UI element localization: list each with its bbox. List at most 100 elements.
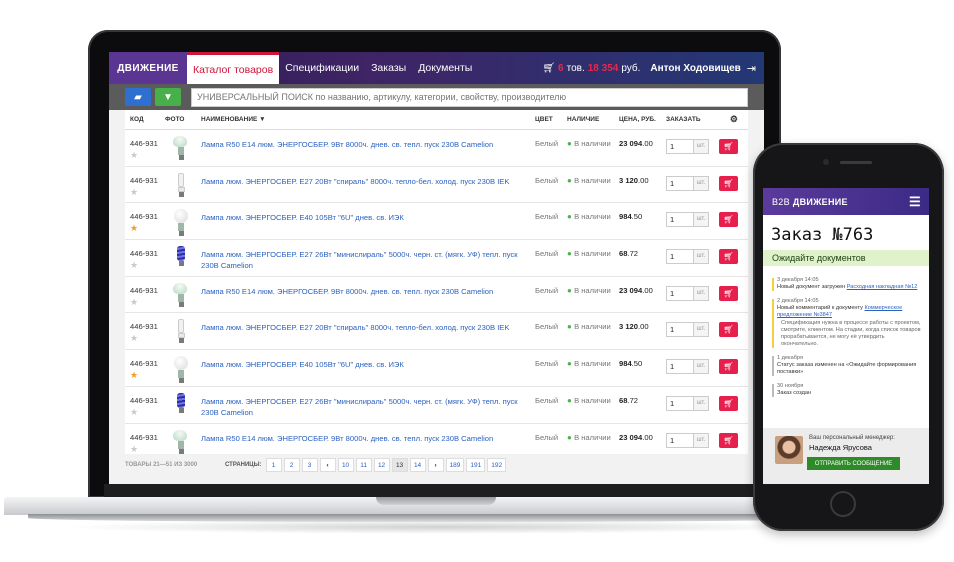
product-photo[interactable] — [165, 136, 201, 161]
page-link[interactable]: 2 — [283, 458, 300, 472]
page-link[interactable]: 11 — [355, 458, 372, 472]
product-photo[interactable] — [165, 356, 201, 384]
quantity-input[interactable]: 1 — [666, 139, 694, 154]
favorite-star-icon[interactable]: ★ — [130, 333, 165, 344]
add-to-cart-button[interactable]: 🛒︎ — [719, 175, 738, 191]
favorite-star-icon[interactable]: ★ — [130, 444, 165, 455]
table-header: КОД ФОТО НАИМЕНОВАНИЕ ▼ ЦВЕТ НАЛИЧИЕ ЦЕН… — [125, 110, 748, 130]
page-link[interactable]: 3 — [301, 458, 318, 472]
product-name-link[interactable]: Лампа люм. ЭНЕРГОСБЕР. E40 105Вт "6U" дн… — [201, 212, 535, 223]
favorite-star-icon[interactable]: ★ — [130, 370, 165, 381]
product-name-link[interactable]: Лампа R50 E14 люм. ЭНЕРГОСБЕР. 9Вт 8000ч… — [201, 286, 535, 297]
feed-document-link[interactable]: Расходная накладная №12 — [847, 284, 918, 290]
bulb-part — [173, 136, 187, 147]
page-link[interactable]: 192 — [487, 458, 507, 472]
filter-icon[interactable]: ▼ — [155, 88, 181, 106]
nav-tab-orders[interactable]: Заказы — [365, 52, 412, 84]
add-to-cart-button[interactable]: 🛒︎ — [719, 359, 738, 375]
add-to-cart-button[interactable]: 🛒︎ — [719, 432, 738, 448]
add-to-cart-cell: 🛒︎ — [718, 139, 738, 154]
product-photo[interactable] — [165, 392, 201, 418]
product-photo[interactable] — [165, 172, 201, 199]
col-color[interactable]: ЦВЕТ — [535, 116, 567, 123]
quantity-input[interactable]: 1 — [666, 395, 694, 411]
page-link[interactable]: 13 — [391, 458, 408, 472]
col-code[interactable]: КОД — [125, 116, 165, 123]
add-to-cart-button[interactable]: 🛒︎ — [719, 249, 738, 265]
settings-gear-icon[interactable]: ⚙ — [718, 114, 738, 125]
send-message-button[interactable]: ОТПРАВИТЬ СООБЩЕНИЕ — [807, 457, 900, 470]
product-photo[interactable] — [165, 429, 201, 455]
product-name-link[interactable]: Лампа люм. ЭНЕРГОСБЕР. E27 20Вт "спираль… — [201, 322, 535, 333]
table-row: 446-931 ★ Лампа люм. ЭНЕРГОСБЕР. E27 20Вт … — [125, 167, 748, 204]
unit-label: шт. — [694, 249, 709, 265]
user-name[interactable]: Антон Ходовищев — [650, 63, 740, 74]
product-photo[interactable] — [165, 282, 201, 308]
favorite-star-icon[interactable]: ★ — [130, 297, 165, 308]
product-name-link[interactable]: Лампа люм. ЭНЕРГОСБЕР. E40 105Вт "6U" дн… — [201, 359, 535, 370]
product-name-link[interactable]: Лампа R50 E14 люм. ЭНЕРГОСБЕР. 9Вт 8000ч… — [201, 139, 535, 150]
cart-icon: 🛒︎ — [723, 142, 734, 151]
cart-summary[interactable]: 🛒︎ 6 тов. 18 354 руб. — [542, 63, 640, 74]
prev-page-icon[interactable]: ‹ — [319, 458, 336, 472]
quantity-input[interactable]: 1 — [666, 322, 694, 338]
product-name-link[interactable]: Лампа люм. ЭНЕРГОСБЕР. E27 26Вт "минисли… — [201, 249, 535, 271]
phone-home-button[interactable] — [830, 491, 856, 517]
quantity-input[interactable]: 1 — [666, 359, 694, 375]
product-photo[interactable] — [165, 209, 201, 237]
add-to-cart-button[interactable]: 🛒︎ — [719, 395, 738, 411]
page-link[interactable]: 14 — [409, 458, 426, 472]
favorite-star-icon[interactable]: ★ — [130, 407, 165, 418]
feed-item: 30 ноября Заказ создан — [772, 383, 923, 397]
favorite-star-icon[interactable]: ★ — [130, 187, 165, 198]
nav-tab-specifications[interactable]: Спецификации — [279, 52, 365, 84]
add-to-cart-button[interactable]: 🛒︎ — [719, 139, 738, 154]
col-name[interactable]: НАИМЕНОВАНИЕ ▼ — [201, 114, 535, 125]
page-link[interactable]: 12 — [373, 458, 390, 472]
device-mockup: ДВИЖЕНИЕ Каталог товаров Спецификации За… — [0, 0, 954, 562]
quantity-input[interactable]: 1 — [666, 212, 694, 228]
page-link[interactable]: 191 — [466, 458, 486, 472]
brand-logo[interactable]: ДВИЖЕНИЕ — [109, 52, 187, 84]
nav-tab-documents[interactable]: Документы — [412, 52, 478, 84]
quantity-input[interactable]: 1 — [666, 175, 694, 191]
order-controls: 1 шт. — [666, 432, 718, 448]
page-link[interactable]: 1 — [265, 458, 282, 472]
tube-bulb-image — [173, 172, 189, 199]
product-photo[interactable] — [165, 246, 201, 271]
phone-logo[interactable]: ДВИЖЕНИЕ — [793, 197, 848, 207]
add-to-cart-button[interactable]: 🛒︎ — [719, 212, 738, 228]
next-page-icon[interactable]: › — [427, 458, 444, 472]
logout-icon[interactable]: ⇥ — [747, 62, 756, 75]
product-code: 446-931 — [130, 249, 158, 259]
product-photo[interactable] — [165, 319, 201, 344]
page-link[interactable]: 189 — [445, 458, 465, 472]
manager-name: Надежда Ярусова — [809, 443, 872, 452]
search-input[interactable] — [191, 87, 748, 107]
favorite-star-icon[interactable]: ★ — [130, 223, 165, 234]
col-avail[interactable]: НАЛИЧИЕ — [567, 116, 619, 123]
quantity-input[interactable]: 1 — [666, 249, 694, 265]
bulb-part — [178, 448, 184, 454]
add-to-cart-button[interactable]: 🛒︎ — [719, 322, 738, 338]
bulb-part — [178, 191, 184, 197]
quantity-input[interactable]: 1 — [666, 432, 694, 448]
product-name-link[interactable]: Лампа люм. ЭНЕРГОСБЕР. E27 26Вт "минисли… — [201, 396, 535, 418]
product-name-link[interactable]: Лампа R50 E14 люм. ЭНЕРГОСБЕР. 9Вт 8000ч… — [201, 433, 535, 444]
order-controls: 1 шт. — [666, 359, 718, 375]
favorite-star-icon[interactable]: ★ — [130, 260, 165, 271]
add-to-cart-button[interactable]: 🛒︎ — [719, 285, 738, 301]
product-color: Белый — [535, 285, 559, 295]
product-name-link[interactable]: Лампа люм. ЭНЕРГОСБЕР. E27 20Вт "спираль… — [201, 176, 535, 187]
favorite-star-icon[interactable]: ★ — [130, 150, 165, 161]
col-order: ЗАКАЗАТЬ — [666, 116, 701, 123]
page-link[interactable]: 10 — [337, 458, 354, 472]
folder-icon[interactable]: ▰ — [125, 88, 151, 106]
table-row: 446-931 ★ Лампа люм. ЭНЕРГОСБЕР. E27 26Вт … — [125, 387, 748, 424]
table-row: 446-931 ★ Лампа люм. ЭНЕРГОСБЕР. E27 26Вт … — [125, 240, 748, 277]
quantity-input[interactable]: 1 — [666, 285, 694, 301]
col-price[interactable]: ЦЕНА, РУБ. — [619, 116, 666, 123]
nav-tab-catalog[interactable]: Каталог товаров — [187, 52, 280, 84]
in-stock-dot-icon: ● — [567, 285, 575, 295]
menu-icon[interactable]: ☰ — [909, 194, 921, 210]
